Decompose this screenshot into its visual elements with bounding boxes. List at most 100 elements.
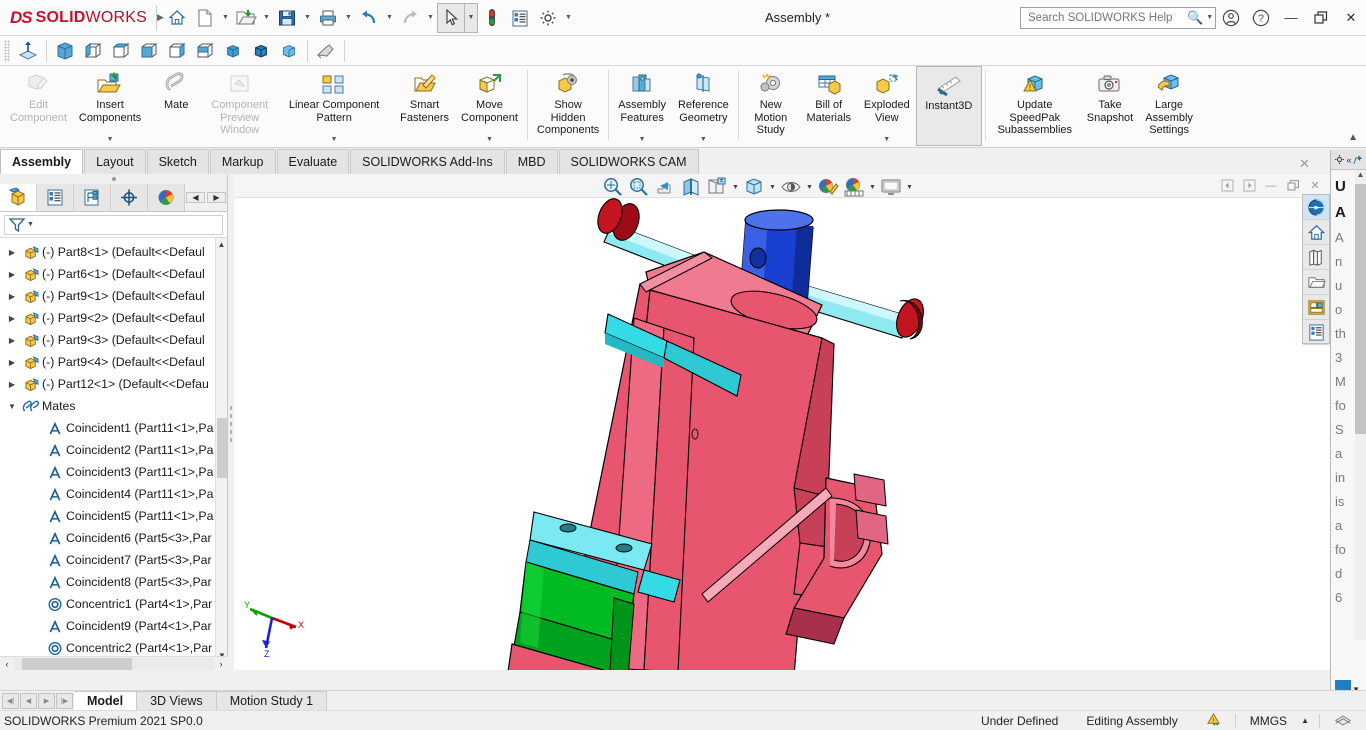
view-right-button[interactable] — [135, 38, 163, 64]
user-account-button[interactable] — [1216, 3, 1246, 33]
tree-item-part9-1[interactable]: ▶ (-) Part9<1> (Default<<Defaul — [0, 285, 227, 307]
feature-tree-horizontal-scrollbar[interactable]: ‹ › — [0, 656, 228, 670]
bottom-tab-model[interactable]: Model — [74, 691, 138, 710]
tree-item-part9-3[interactable]: ▶ (-) Part9<3> (Default<<Defaul — [0, 329, 227, 351]
file-properties-button[interactable] — [506, 3, 534, 33]
zoom-to-area-button[interactable] — [626, 174, 652, 200]
ribbon-component-preview-window[interactable]: Component Preview Window — [205, 66, 274, 146]
view-settings-dropdown-icon[interactable]: ▼ — [904, 174, 915, 200]
rail-file-explorer[interactable] — [1303, 245, 1329, 270]
previous-view-button[interactable] — [652, 174, 678, 200]
ribbon-large-assembly-settings[interactable]: Large Assembly Settings — [1139, 66, 1199, 146]
panel-drag-handle[interactable] — [0, 174, 227, 184]
panel-prev-button[interactable]: ◀ — [186, 192, 205, 203]
expand-chevron-icon[interactable]: ▶ — [4, 358, 20, 367]
task-pane-scroll-thumb[interactable] — [1355, 184, 1366, 434]
display-style-button[interactable] — [741, 174, 767, 200]
configuration-manager-tab[interactable] — [74, 184, 111, 211]
tree-item-coincident7[interactable]: Coincident7 (Part5<3>,Par — [0, 549, 227, 571]
rail-view-palette[interactable] — [1303, 270, 1329, 295]
search-dropdown-icon[interactable]: ▼ — [1203, 14, 1216, 21]
expand-chevron-icon[interactable]: ▶ — [4, 270, 20, 279]
hide-show-items-button[interactable] — [778, 174, 804, 200]
tab-solidworks-add-ins[interactable]: SOLIDWORKS Add-Ins — [350, 149, 505, 174]
task-pane-scroll-up-icon[interactable]: ▲ — [1355, 170, 1366, 182]
ribbon-reference-geometry[interactable]: Reference Geometry ▼ — [672, 66, 735, 146]
print-button[interactable] — [314, 3, 342, 33]
ribbon-dropdown-icon[interactable]: ▼ — [639, 136, 646, 143]
task-pane[interactable]: « U A A n u o th 3 M fo S a in is a fo d… — [1330, 150, 1366, 730]
save-button[interactable] — [273, 3, 301, 33]
last-tab-button[interactable]: |▶ — [56, 692, 73, 709]
scroll-thumb[interactable] — [217, 418, 227, 478]
tree-item-part9-2[interactable]: ▶ (-) Part9<2> (Default<<Defaul — [0, 307, 227, 329]
ribbon-edit-component[interactable]: Edit Component — [4, 66, 73, 146]
rail-custom-properties[interactable] — [1303, 320, 1329, 345]
ribbon-update-speedpak-subassemblies[interactable]: ! Update SpeedPak Subassemblies — [989, 66, 1081, 146]
tree-item-coincident2[interactable]: Coincident2 (Part11<1>,Pа — [0, 439, 227, 461]
redo-button[interactable] — [396, 3, 424, 33]
open-document-dropdown-icon[interactable]: ▼ — [260, 3, 273, 33]
tree-item-coincident4[interactable]: Coincident4 (Part11<1>,Pа — [0, 483, 227, 505]
double-chevron-left-icon[interactable]: « — [1346, 155, 1351, 165]
view-settings-button[interactable] — [878, 174, 904, 200]
close-pane-icon[interactable]: ✕ — [1299, 156, 1310, 172]
ribbon-exploded-view[interactable]: Exploded View ▼ — [858, 66, 916, 146]
tab-layout[interactable]: Layout — [84, 149, 146, 174]
expand-chevron-icon[interactable]: ▶ — [4, 292, 20, 301]
first-tab-button[interactable]: ◀| — [2, 692, 19, 709]
ribbon-instant3d[interactable]: Instant3D — [915, 66, 982, 146]
status-warning-icon[interactable]: ! — [1192, 713, 1235, 728]
ribbon-take-snapshot[interactable]: Take Snapshot — [1081, 66, 1139, 146]
section-plane-button[interactable] — [14, 38, 42, 64]
new-document-dropdown-icon[interactable]: ▼ — [219, 3, 232, 33]
tab-sketch[interactable]: Sketch — [146, 149, 209, 174]
hscroll-right-icon[interactable]: › — [214, 659, 228, 669]
edit-appearance-button[interactable] — [815, 174, 841, 200]
ribbon-assembly-features[interactable]: Assembly Features ▼ — [612, 66, 672, 146]
ribbon-new-motion-study[interactable]: New Motion Study — [742, 66, 800, 146]
search-icon[interactable]: 🔍 — [1187, 10, 1203, 26]
search-input[interactable] — [1024, 10, 1184, 25]
tree-item-coincident1[interactable]: Coincident1 (Part11<1>,Pа — [0, 417, 227, 439]
apply-scene-dropdown-icon[interactable]: ▼ — [867, 174, 878, 200]
solidworks-logo[interactable]: DS SOLIDWORKS ▶ — [0, 8, 164, 28]
restore-doc-button[interactable] — [1282, 176, 1304, 196]
display-manager-tab[interactable] — [148, 184, 185, 211]
close-doc-button[interactable]: ✕ — [1304, 176, 1326, 196]
ribbon-show-hidden-components[interactable]: Show Hidden Components — [531, 66, 605, 146]
undo-button[interactable] — [355, 3, 383, 33]
search-box[interactable]: ? 🔍 ▼ — [1020, 6, 1216, 29]
expand-chevron-icon[interactable]: ▶ — [4, 248, 20, 257]
prev-tab-button[interactable]: ◀ — [20, 692, 37, 709]
gear-icon[interactable] — [1334, 154, 1345, 165]
ribbon-linear-component-pattern[interactable]: Linear Component Pattern ▼ — [274, 66, 394, 146]
rail-design-library[interactable] — [1303, 220, 1329, 245]
view-orientation-dropdown-icon[interactable]: ▼ — [730, 174, 741, 200]
collapse-ribbon-icon[interactable]: ▲ — [1348, 132, 1358, 143]
scroll-up-icon[interactable]: ▲ — [216, 238, 227, 251]
tab-assembly[interactable]: Assembly — [0, 149, 84, 174]
hscroll-thumb[interactable] — [22, 657, 132, 670]
rail-solidworks-resources[interactable] — [1303, 195, 1329, 220]
tree-item-part8[interactable]: ▶ (-) Part8<1> (Default<<Defaul — [0, 241, 227, 263]
ribbon-dropdown-icon[interactable]: ▼ — [700, 136, 707, 143]
expand-chevron-icon[interactable]: ▶ — [4, 336, 20, 345]
shaded-with-edges-button[interactable] — [247, 38, 275, 64]
minimize-window-button[interactable]: — — [1276, 3, 1306, 33]
ribbon-insert-components[interactable]: Insert Components ▼ — [73, 66, 147, 146]
next-view-button[interactable] — [1238, 176, 1260, 196]
tree-item-part9-4[interactable]: ▶ (-) Part9<4> (Default<<Defaul — [0, 351, 227, 373]
tree-item-coincident3[interactable]: Coincident3 (Part11<1>,Pа — [0, 461, 227, 483]
tab-evaluate[interactable]: Evaluate — [276, 149, 350, 174]
expand-chevron-icon[interactable]: ▶ — [4, 314, 20, 323]
view-front-button[interactable] — [79, 38, 107, 64]
tree-item-coincident5[interactable]: Coincident5 (Part11<1>,Pа — [0, 505, 227, 527]
ribbon-dropdown-icon[interactable]: ▼ — [331, 136, 338, 143]
tab-markup[interactable]: Markup — [209, 149, 276, 174]
options-dropdown-icon[interactable]: ▼ — [562, 3, 575, 33]
tree-item-coincident9[interactable]: Coincident9 (Part4<1>,Par — [0, 615, 227, 637]
view-isometric-button[interactable] — [51, 38, 79, 64]
graphics-area[interactable]: — ✕ ▼ ▼ ▼ ▼ ▼ X Y Z — [234, 174, 1330, 670]
tab-solidworks-cam[interactable]: SOLIDWORKS CAM — [558, 149, 699, 174]
